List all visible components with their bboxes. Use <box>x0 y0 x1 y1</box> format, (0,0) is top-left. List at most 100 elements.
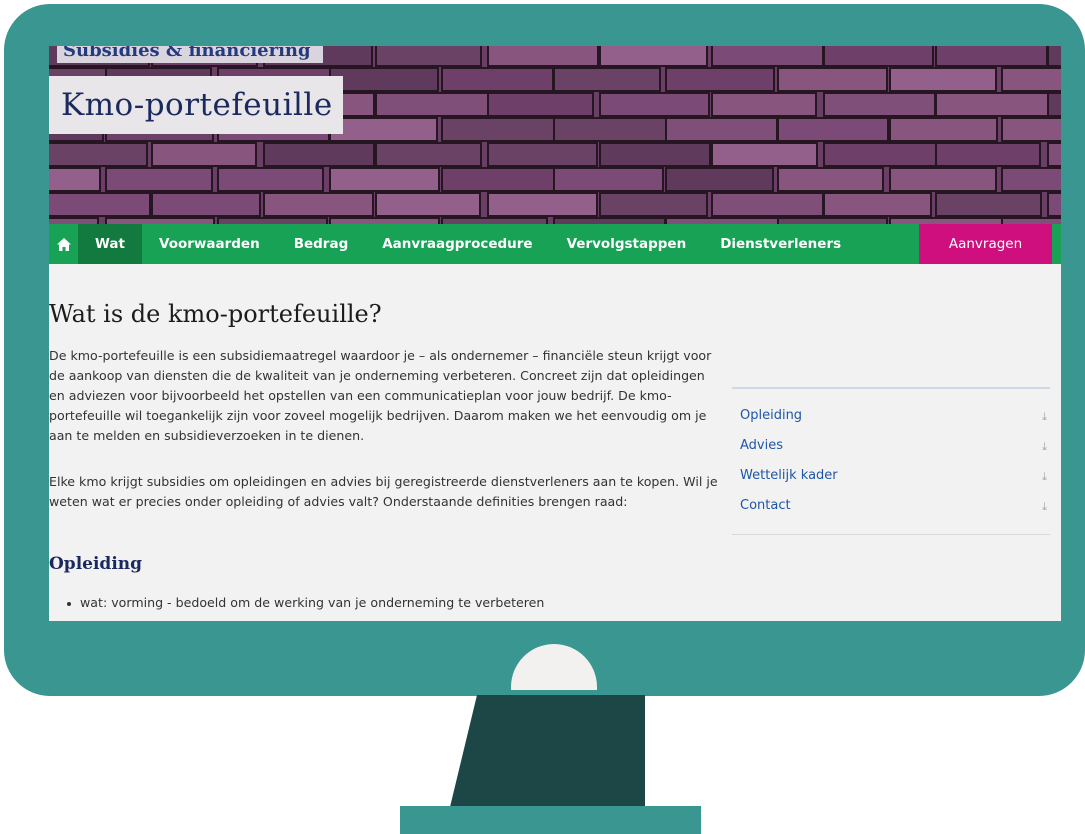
brick <box>777 217 888 224</box>
brick <box>711 192 824 217</box>
brick <box>329 217 440 224</box>
brick <box>935 46 1048 67</box>
brick <box>823 46 934 67</box>
brick <box>599 46 708 67</box>
brick <box>665 167 774 192</box>
nav-item-voorwaarden[interactable]: Voorwaarden <box>142 224 277 264</box>
brick <box>487 142 598 167</box>
list-item-text: wat: vorming - bedoeld om de werking van… <box>80 595 545 610</box>
brick <box>599 192 708 217</box>
brick <box>777 117 889 142</box>
brick <box>217 167 324 192</box>
monitor-neck-body <box>477 695 645 807</box>
brick <box>665 117 778 142</box>
arrow-down-icon[interactable]: ⤓ <box>1042 500 1047 514</box>
brick <box>263 142 375 167</box>
brick <box>777 167 884 192</box>
brick <box>441 67 554 92</box>
brick <box>217 217 328 224</box>
monitor-base <box>400 806 701 834</box>
brick <box>1047 92 1061 117</box>
arrow-down-icon[interactable]: ⤓ <box>1042 470 1047 484</box>
brick <box>329 117 438 142</box>
brick <box>889 67 997 92</box>
brick <box>329 67 439 92</box>
list-item: wat: vorming - bedoeld om de werking van… <box>67 595 544 610</box>
page-title: Kmo-portefeuille <box>61 87 333 123</box>
side-link-contact[interactable]: Contact <box>740 498 791 513</box>
nav-item-vervolgstappen[interactable]: Vervolgstappen <box>550 224 704 264</box>
apply-button[interactable]: Aanvragen <box>919 224 1052 264</box>
browser-screen: Subsidies & financiering Kmo-portefeuill… <box>49 46 1061 621</box>
brick <box>823 192 932 217</box>
nav-item-aanvraagprocedure[interactable]: Aanvraagprocedure <box>365 224 549 264</box>
brick <box>105 217 215 224</box>
brick <box>823 142 938 167</box>
brick <box>553 217 666 224</box>
hero-banner: Subsidies & financiering Kmo-portefeuill… <box>49 46 1061 224</box>
arrow-down-icon[interactable]: ⤓ <box>1042 440 1047 454</box>
brick <box>711 142 818 167</box>
brick <box>329 167 440 192</box>
brick <box>441 217 548 224</box>
main-nav: Wat Voorwaarden Bedrag Aanvraagprocedure… <box>49 224 1061 264</box>
brick <box>777 67 888 92</box>
nav-item-dienstverleners[interactable]: Dienstverleners <box>703 224 858 264</box>
brick <box>889 117 998 142</box>
brick <box>263 192 374 217</box>
page-title-box: Kmo-portefeuille <box>49 76 343 134</box>
brick <box>151 142 257 167</box>
brick <box>665 67 775 92</box>
section-heading: Opleiding <box>49 554 143 574</box>
side-link-wettelijk-kader[interactable]: Wettelijk kader <box>740 468 838 483</box>
brick <box>889 217 1004 224</box>
brick <box>553 167 664 192</box>
side-link-advies[interactable]: Advies <box>740 438 783 453</box>
brick <box>441 117 556 142</box>
brick <box>1001 217 1061 224</box>
brick <box>1001 117 1061 142</box>
article-paragraph: Elke kmo krijgt subsidies om opleidingen… <box>49 474 718 509</box>
brick <box>375 46 482 67</box>
side-link-opleiding[interactable]: Opleiding <box>740 408 802 423</box>
home-icon[interactable] <box>49 224 78 264</box>
arrow-down-icon[interactable]: ⤓ <box>1042 410 1047 424</box>
nav-item-bedrag[interactable]: Bedrag <box>277 224 366 264</box>
brick <box>151 192 261 217</box>
brick <box>599 142 711 167</box>
brick <box>665 217 780 224</box>
article-heading: Wat is de kmo-portefeuille? <box>49 300 382 328</box>
brick <box>1047 142 1061 167</box>
article-paragraph: De kmo-portefeuille is een subsidiemaatr… <box>49 348 712 443</box>
brick <box>487 46 599 67</box>
bullet-icon <box>67 601 71 606</box>
brick <box>1047 46 1061 67</box>
brick <box>441 167 555 192</box>
webcam-shape <box>511 644 597 690</box>
brick <box>935 92 1051 117</box>
brick <box>49 192 151 217</box>
brick <box>375 192 481 217</box>
brick <box>599 92 710 117</box>
brick <box>889 167 997 192</box>
brick <box>49 217 99 224</box>
brick <box>105 167 213 192</box>
brick <box>49 142 148 167</box>
monitor-frame: Subsidies & financiering Kmo-portefeuill… <box>4 4 1085 696</box>
brick <box>375 142 482 167</box>
section-label: Subsidies & financiering <box>57 46 323 63</box>
brick <box>711 46 824 67</box>
brick <box>487 192 598 217</box>
brick <box>711 92 817 117</box>
brick <box>1001 167 1061 192</box>
brick <box>487 92 594 117</box>
nav-item-wat[interactable]: Wat <box>78 224 142 264</box>
brick <box>935 142 1041 167</box>
side-nav: Opleiding ⤓ Advies ⤓ Wettelijk kader ⤓ C… <box>732 387 1050 535</box>
brick <box>935 192 1042 217</box>
brick <box>49 167 101 192</box>
brick <box>1047 192 1061 217</box>
brick <box>375 92 489 117</box>
brick <box>553 67 661 92</box>
brick <box>553 117 668 142</box>
